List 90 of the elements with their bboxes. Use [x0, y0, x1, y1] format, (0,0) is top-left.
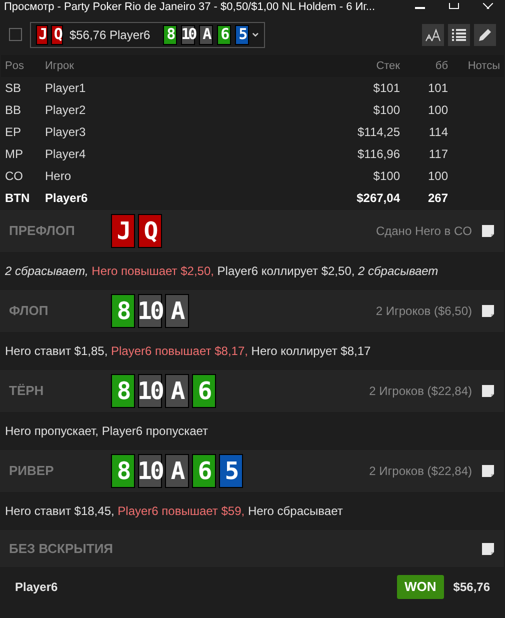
checkbox[interactable] — [9, 28, 22, 41]
table-cell-text: $116,96 — [356, 146, 400, 163]
column-header[interactable]: Pos — [1, 58, 41, 74]
playing-card: A — [165, 454, 189, 488]
street-info: Сдано Hero в CO — [376, 223, 472, 240]
playing-card: 10 — [138, 294, 162, 328]
font-size-button[interactable] — [422, 24, 444, 46]
table-cell-text: 101 — [426, 80, 448, 97]
column-header[interactable]: Игрок — [41, 58, 320, 74]
maximize-icon[interactable] — [449, 3, 459, 9]
playing-card: A — [199, 24, 214, 44]
font-size-icon — [425, 28, 441, 42]
table-cell-text: 100 — [426, 102, 448, 119]
pencil-icon — [478, 28, 492, 42]
close-icon[interactable] — [483, 3, 493, 9]
playing-card: 10 — [138, 454, 162, 488]
table-cell-text: BB — [4, 102, 22, 119]
hand-dropdown[interactable]: J Q $56,76 Player6 8 10 A 6 5 — [30, 22, 265, 48]
playing-card: 5 — [235, 24, 250, 44]
note-icon[interactable] — [481, 464, 495, 478]
street-info: 2 Игроков ($22,84) — [369, 383, 472, 400]
action-line: Hero ставит $1,85, Player6 повышает $8,17, Hero коллирует $8,17 — [5, 343, 371, 360]
table-cell-text: CO — [4, 168, 24, 185]
window-title: Просмотр - Party Poker Rio de Janeiro 37 - $0,50/$1,00 NL Holdem - 6 Иг... — [4, 0, 376, 14]
table-cell-text: EP — [4, 124, 22, 141]
street-name: ФЛОП — [9, 302, 50, 320]
note-icon[interactable] — [481, 224, 495, 238]
playing-card: 10 — [138, 374, 162, 408]
playing-card: 6 — [192, 374, 216, 408]
table-cell-text: 117 — [428, 146, 448, 163]
list-button[interactable] — [448, 24, 470, 46]
note-icon[interactable] — [481, 304, 495, 318]
table-cell-text: BTN — [4, 190, 31, 207]
player-row[interactable]: BTN Player6 $267,04 267 — [1, 187, 504, 209]
winner-name: Player6 — [15, 579, 58, 596]
table-cell-text: Player2 — [44, 102, 87, 119]
playing-card: A — [165, 374, 189, 408]
playing-card: A — [165, 294, 189, 328]
table-cell-text: Player4 — [44, 146, 87, 163]
won-badge: WON — [396, 575, 444, 599]
table-cell-text: $267,04 — [356, 190, 400, 207]
street-info: 2 Игроков ($6,50) — [376, 303, 472, 320]
column-header[interactable]: Нотсы — [448, 58, 504, 74]
table-cell-text: Hero — [44, 168, 72, 185]
playing-card: 8 — [111, 454, 135, 488]
table-cell-text: 114 — [428, 124, 448, 141]
table-cell-text: $100 — [372, 168, 400, 185]
action-line: 2 сбрасывает, Hero повышает $2,50, Player6 коллирует $2,50, 2 сбрасывает — [5, 263, 438, 280]
list-icon — [452, 28, 466, 40]
playing-card: Q — [138, 214, 162, 248]
street-name: РИВЕР — [9, 462, 55, 480]
playing-card: J — [36, 24, 48, 44]
playing-card: 6 — [217, 24, 232, 44]
won-amount: $56,76 — [453, 579, 490, 596]
playing-card: Q — [51, 24, 64, 44]
playing-card: 8 — [163, 24, 178, 44]
table-cell-text: 100 — [426, 168, 448, 185]
action-line: Hero ставит $18,45, Player6 повышает $59, Hero сбрасывает — [5, 503, 343, 520]
table-cell-text: 267 — [426, 190, 448, 207]
playing-card: 8 — [111, 374, 135, 408]
street-info: 2 Игроков ($22,84) — [369, 463, 472, 480]
table-cell-text: MP — [4, 146, 24, 163]
column-header[interactable]: Стек — [320, 58, 400, 74]
table-cell-text: $114,25 — [356, 124, 400, 141]
chevron-down-icon — [252, 32, 259, 38]
showdown-title: БЕЗ ВСКРЫТИЯ — [9, 540, 114, 558]
hand-summary: $56,76 Player6 — [69, 26, 150, 44]
player-row[interactable]: MP Player4 $116,96 117 — [1, 143, 504, 165]
playing-card: J — [111, 214, 135, 248]
player-row[interactable]: EP Player3 $114,25 114 — [1, 121, 504, 143]
table-cell-text: Player6 — [44, 190, 89, 207]
player-row[interactable]: SB Player1 $101 101 — [1, 77, 504, 99]
street-name: ТЁРН — [9, 382, 45, 400]
playing-card: 6 — [192, 454, 216, 488]
edit-button[interactable] — [474, 24, 496, 46]
playing-card: 10 — [181, 24, 196, 44]
player-row[interactable]: BB Player2 $100 100 — [1, 99, 504, 121]
action-line: Hero пропускает, Player6 пропускает — [5, 423, 208, 440]
street-name: ПРЕФЛОП — [9, 222, 76, 240]
column-header[interactable]: бб — [400, 58, 448, 74]
table-cell-text: Player3 — [44, 124, 87, 141]
table-cell-text: $100 — [372, 102, 400, 119]
note-icon[interactable] — [481, 542, 495, 556]
table-cell-text: Player1 — [44, 80, 87, 97]
playing-card: 8 — [111, 294, 135, 328]
table-cell-text: $101 — [372, 80, 400, 97]
note-icon[interactable] — [481, 384, 495, 398]
player-row[interactable]: CO Hero $100 100 — [1, 165, 504, 187]
playing-card: 5 — [219, 454, 243, 488]
table-cell-text: SB — [4, 80, 22, 97]
